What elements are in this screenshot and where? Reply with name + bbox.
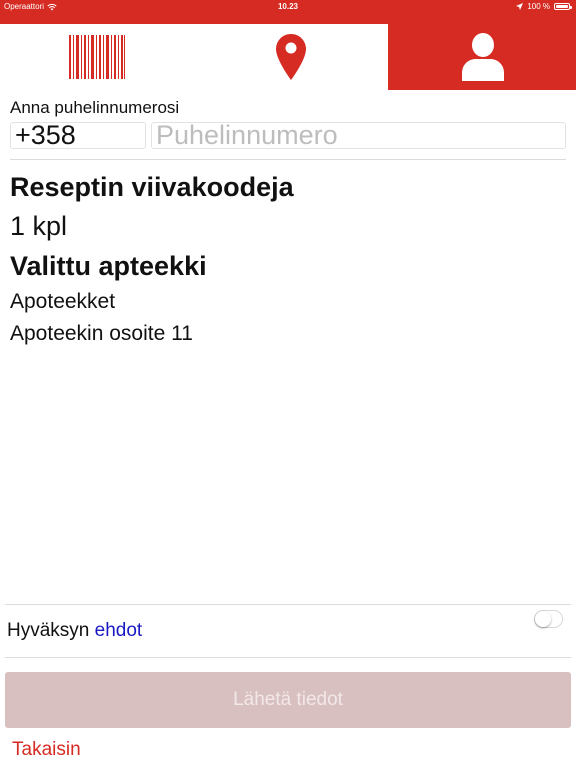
prescription-heading: Reseptin viivakoodeja: [10, 172, 294, 202]
country-code-input[interactable]: [10, 122, 146, 149]
user-icon: [461, 33, 504, 81]
tab-bar: [0, 24, 576, 90]
location-arrow-icon: [516, 3, 524, 10]
phone-number-input[interactable]: [151, 122, 566, 149]
barcode-icon: [69, 35, 125, 79]
status-time: 10.23: [277, 2, 299, 11]
divider: [5, 604, 571, 605]
back-link[interactable]: Takaisin: [12, 739, 81, 761]
pharmacy-address: Apoteekin osoite 11: [10, 322, 193, 345]
terms-toggle[interactable]: [534, 610, 563, 628]
status-bar: Operaattori 10.23 100 %: [0, 0, 576, 22]
tab-barcode[interactable]: [0, 24, 194, 90]
divider: [5, 657, 571, 658]
battery-icon: [554, 3, 572, 10]
terms-link[interactable]: ehdot: [95, 620, 143, 641]
phone-label: Anna puhelinnumerosi: [10, 98, 180, 117]
toggle-knob: [535, 611, 551, 627]
order-form: Anna puhelinnumerosi Reseptin viivakoode…: [0, 90, 576, 768]
tab-location[interactable]: [194, 24, 388, 90]
terms-row: Hyväksyn ehdot: [7, 620, 142, 642]
status-right-group: 100 %: [516, 2, 572, 11]
submit-button[interactable]: Lähetä tiedot: [5, 672, 571, 728]
divider: [10, 159, 566, 160]
tab-profile[interactable]: [389, 24, 576, 90]
terms-text: Hyväksyn: [7, 620, 90, 641]
battery-fill: [556, 5, 568, 8]
map-pin-icon: [276, 34, 306, 80]
prescription-count: 1 kpl: [10, 211, 68, 241]
pharmacy-heading: Valittu apteekki: [10, 251, 207, 281]
battery-percent: 100 %: [527, 2, 550, 11]
pharmacy-name: Apoteekket: [10, 290, 116, 313]
